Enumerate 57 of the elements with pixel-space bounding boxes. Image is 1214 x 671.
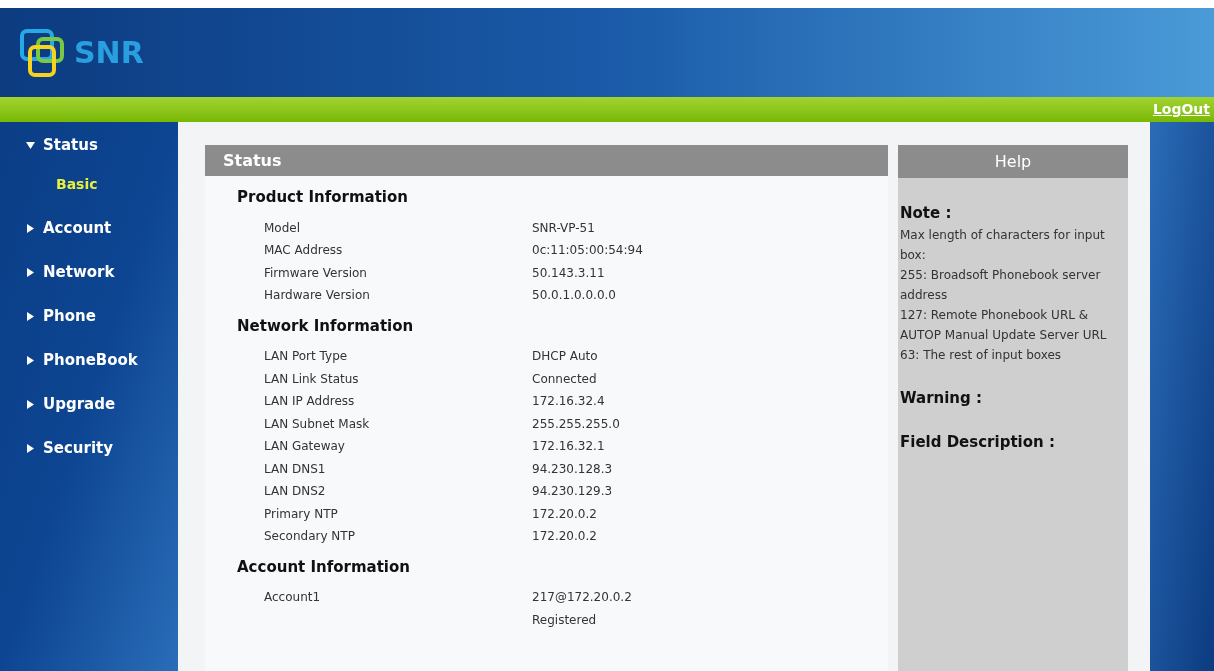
field-value: 255.255.255.0 — [532, 415, 620, 433]
panel-title: Status — [205, 145, 888, 176]
field-description-heading: Field Description : — [900, 432, 1056, 453]
field-label: LAN IP Address — [263, 393, 356, 410]
field-value: 172.20.0.2 — [532, 505, 597, 523]
field-label: LAN DNS2 — [263, 483, 327, 500]
field-value: 50.0.1.0.0.0.0 — [532, 287, 616, 304]
section-heading: Account Information — [237, 556, 411, 578]
field-label: LAN Link Status — [263, 370, 360, 388]
sidebar-item[interactable]: Security — [0, 437, 178, 459]
field-label: LAN Gateway — [263, 438, 346, 455]
caret-right-icon — [26, 267, 35, 277]
field-label: LAN DNS1 — [263, 460, 327, 478]
warning-heading: Warning : — [900, 387, 983, 409]
field-value: DHCP Auto — [532, 348, 598, 365]
field-value: 172.16.32.1 — [532, 438, 605, 455]
section-heading: Product Information — [237, 187, 409, 208]
help-text: 127: Remote Phonebook URL & AUTOP Manual Update Server URL — [900, 306, 1108, 344]
field-value: 172.20.0.2 — [532, 528, 597, 545]
sidebar-item[interactable]: Phone — [0, 305, 178, 327]
field-value: 217@172.20.0.2 — [532, 589, 632, 606]
help-title: Help — [898, 145, 1128, 178]
note-heading: Note : — [900, 203, 953, 224]
field-value: 50.143.3.11 — [532, 264, 605, 282]
help-text: 255: Broadsoft Phonebook server address — [900, 266, 1102, 304]
field-label: Hardware Version — [263, 287, 371, 304]
sidebar-item[interactable]: Network — [0, 261, 178, 283]
field-label: Model — [263, 219, 302, 237]
caret-right-icon — [26, 355, 35, 365]
help-text: 63: The rest of input boxes — [900, 346, 1063, 364]
field-value: 172.16.32.4 — [532, 393, 605, 410]
sidebar-subitem[interactable]: Basic — [0, 174, 178, 195]
caret-right-icon — [26, 443, 35, 453]
help-text: Max length of characters for input box: — [900, 226, 1106, 264]
sidebar-item[interactable]: PhoneBook — [0, 349, 178, 371]
caret-down-icon — [26, 140, 35, 150]
field-label: Secondary NTP — [263, 528, 356, 545]
field-value: 94.230.128.3 — [532, 460, 613, 478]
caret-right-icon — [26, 399, 35, 409]
sidebar-item[interactable]: Status — [0, 134, 178, 156]
field-label: Account1 — [263, 589, 322, 606]
caret-right-icon — [26, 223, 35, 233]
field-label: Firmware Version — [263, 264, 368, 282]
caret-right-icon — [26, 311, 35, 321]
field-value: 94.230.129.3 — [532, 483, 613, 500]
field-label: LAN Port Type — [263, 348, 349, 365]
section-heading: Network Information — [237, 315, 415, 337]
logo-text: SNR — [74, 37, 144, 68]
field-value: Registered — [532, 611, 598, 629]
field-value: SNR-VP-51 — [532, 219, 595, 237]
field-label: LAN Subnet Mask — [263, 415, 371, 433]
field-value: Connected — [532, 370, 597, 388]
sidebar-item[interactable]: Account — [0, 217, 178, 239]
field-label: Primary NTP — [263, 505, 339, 523]
sidebar-item[interactable]: Upgrade — [0, 393, 178, 415]
field-label: MAC Address — [263, 242, 344, 259]
field-value: 0c:11:05:00:54:94 — [532, 242, 643, 259]
